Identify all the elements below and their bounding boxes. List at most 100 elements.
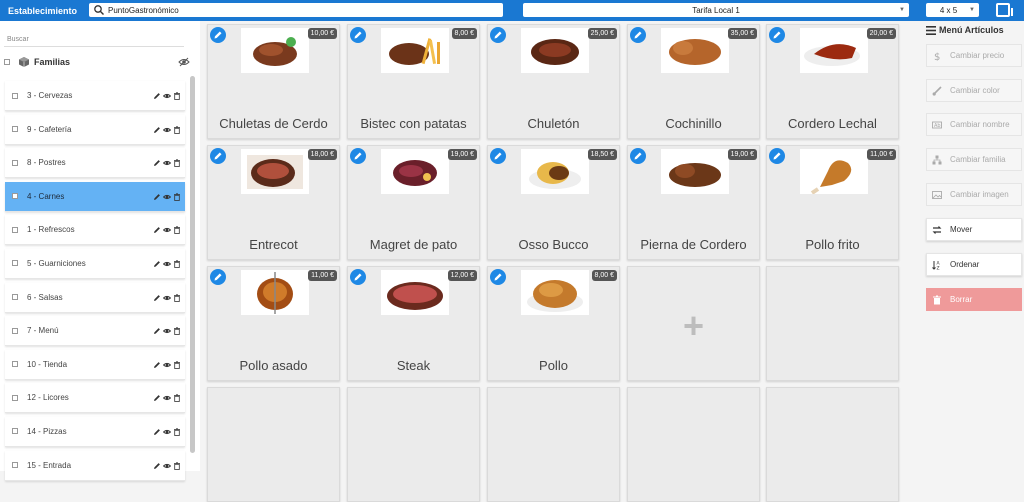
edit-product-button[interactable] (350, 27, 366, 43)
pencil-icon[interactable] (153, 361, 161, 369)
eye-off-icon[interactable] (178, 56, 190, 68)
tarifa-select[interactable]: Tarifa Local 1 ▼ (523, 3, 909, 17)
family-checkbox[interactable] (12, 92, 18, 99)
eye-icon[interactable] (163, 394, 171, 402)
pencil-icon[interactable] (153, 294, 161, 302)
eye-icon[interactable] (163, 92, 171, 100)
eye-icon[interactable] (163, 226, 171, 234)
edit-product-button[interactable] (490, 269, 506, 285)
cambiar-color-button[interactable]: Cambiar color (926, 79, 1022, 102)
family-checkbox[interactable] (12, 394, 18, 401)
pencil-icon[interactable] (153, 327, 161, 335)
product-tile[interactable]: 25,00 € Chuletón (487, 24, 620, 139)
eye-icon[interactable] (163, 126, 171, 134)
edit-product-button[interactable] (210, 148, 226, 164)
trash-icon[interactable] (173, 260, 181, 268)
cambiar-imagen-button[interactable]: Cambiar imagen (926, 183, 1022, 206)
trash-icon[interactable] (173, 193, 181, 201)
family-checkbox[interactable] (12, 327, 18, 334)
cambiar-precio-button[interactable]: $ Cambiar precio (926, 44, 1022, 67)
product-tile[interactable]: 20,00 € Cordero Lechal (766, 24, 899, 139)
family-checkbox[interactable] (12, 226, 18, 233)
family-checkbox[interactable] (12, 193, 18, 200)
eye-icon[interactable] (163, 428, 171, 436)
edit-product-button[interactable] (630, 148, 646, 164)
pencil-icon[interactable] (153, 92, 161, 100)
edit-product-button[interactable] (769, 27, 785, 43)
trash-icon[interactable] (173, 327, 181, 336)
family-item[interactable]: 6 - Salsas (5, 282, 185, 313)
trash-icon[interactable] (173, 159, 181, 168)
edit-product-button[interactable] (630, 27, 646, 43)
family-item[interactable]: 10 - Tienda (5, 349, 185, 380)
product-tile[interactable]: 35,00 € Cochinillo (627, 24, 760, 139)
product-tile[interactable]: 19,00 € Magret de pato (347, 145, 480, 260)
empty-tile[interactable] (627, 387, 760, 502)
product-tile[interactable]: 8,00 € Pollo (487, 266, 620, 381)
edit-product-button[interactable] (210, 27, 226, 43)
product-tile[interactable]: 11,00 € Pollo frito (766, 145, 899, 260)
edit-product-button[interactable] (350, 148, 366, 164)
pencil-icon[interactable] (153, 428, 161, 436)
family-item[interactable]: 12 - Licores (5, 383, 185, 414)
family-checkbox[interactable] (12, 361, 18, 368)
product-tile[interactable]: 12,00 € Steak (347, 266, 480, 381)
eye-icon[interactable] (163, 193, 171, 201)
product-tile[interactable]: 19,00 € Pierna de Cordero (627, 145, 760, 260)
family-item[interactable]: 1 - Refrescos (5, 215, 185, 246)
empty-tile[interactable] (347, 387, 480, 502)
edit-product-button[interactable] (490, 27, 506, 43)
product-tile[interactable]: 8,00 € Bistec con patatas (347, 24, 480, 139)
edit-product-button[interactable] (769, 148, 785, 164)
family-item[interactable]: 7 - Menú (5, 316, 185, 347)
eye-icon[interactable] (163, 462, 171, 470)
pencil-icon[interactable] (153, 462, 161, 470)
trash-icon[interactable] (173, 428, 181, 436)
trash-icon[interactable] (173, 293, 181, 302)
borrar-button[interactable]: Borrar (926, 288, 1022, 311)
pencil-icon[interactable] (153, 193, 161, 201)
eye-icon[interactable] (163, 327, 171, 335)
add-product-tile[interactable]: + (627, 266, 760, 381)
pencil-icon[interactable] (153, 260, 161, 268)
trash-icon[interactable] (173, 226, 181, 235)
family-checkbox[interactable] (12, 126, 18, 133)
empty-tile[interactable] (487, 387, 620, 502)
family-item[interactable]: 8 - Postres (5, 148, 185, 179)
family-search-input[interactable]: Buscar (4, 33, 184, 47)
family-checkbox[interactable] (12, 260, 18, 267)
pencil-icon[interactable] (153, 159, 161, 167)
eye-icon[interactable] (163, 294, 171, 302)
scrollbar[interactable] (190, 76, 195, 453)
trash-icon[interactable] (173, 125, 181, 134)
pencil-icon[interactable] (153, 126, 161, 134)
ordenar-button[interactable]: AZ Ordenar (926, 253, 1022, 276)
empty-tile[interactable] (207, 387, 340, 502)
pencil-icon[interactable] (153, 394, 161, 402)
family-checkbox[interactable] (12, 428, 18, 435)
cambiar-familia-button[interactable]: Cambiar familia (926, 148, 1022, 171)
edit-product-button[interactable] (350, 269, 366, 285)
family-item[interactable]: 9 - Cafetería (5, 114, 185, 145)
empty-tile[interactable] (766, 266, 899, 381)
product-tile[interactable]: 18,50 € Osso Bucco (487, 145, 620, 260)
mover-button[interactable]: Mover (926, 218, 1022, 241)
family-item[interactable]: 5 - Guarniciones (5, 248, 185, 279)
product-tile[interactable]: 10,00 € Chuletas de Cerdo (207, 24, 340, 139)
window-icon[interactable] (996, 3, 1013, 17)
trash-icon[interactable] (173, 461, 181, 470)
establecimiento-search-input[interactable]: PuntoGastronómico (89, 3, 503, 17)
family-checkbox[interactable] (12, 294, 18, 301)
empty-tile[interactable] (766, 387, 899, 502)
family-item[interactable]: 3 - Cervezas (5, 81, 185, 111)
family-checkbox[interactable] (12, 159, 18, 166)
eye-icon[interactable] (163, 361, 171, 369)
trash-icon[interactable] (173, 394, 181, 403)
eye-icon[interactable] (163, 260, 171, 268)
grid-size-select[interactable]: 4 x 5 ▼ (926, 3, 979, 17)
cambiar-nombre-button[interactable]: Ab Cambiar nombre (926, 113, 1022, 136)
trash-icon[interactable] (173, 92, 181, 100)
select-all-checkbox[interactable] (4, 59, 10, 65)
family-checkbox[interactable] (12, 462, 18, 469)
product-tile[interactable]: 11,00 € Pollo asado (207, 266, 340, 381)
